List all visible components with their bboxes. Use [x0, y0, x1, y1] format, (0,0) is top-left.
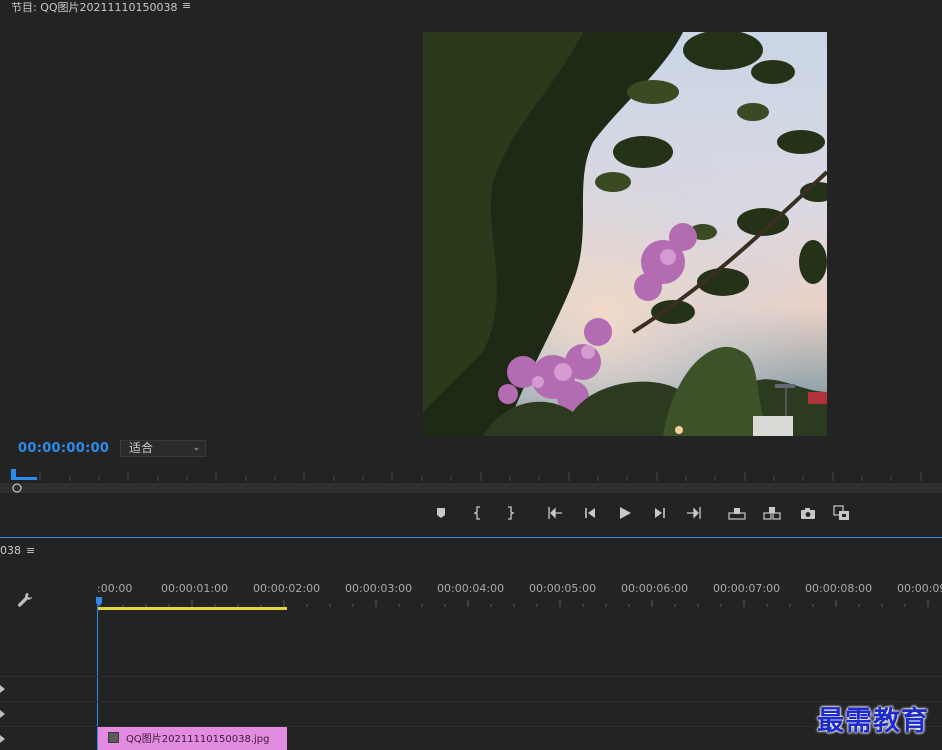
monitor-scrub-bar[interactable]	[0, 483, 942, 493]
watermark-logo: 最需教育	[817, 706, 929, 737]
preview-photo	[423, 32, 827, 436]
play-icon[interactable]	[615, 504, 635, 522]
track-expand-icon[interactable]	[0, 735, 6, 743]
step-back-icon[interactable]	[580, 504, 600, 522]
extract-icon[interactable]	[762, 504, 782, 522]
zoom-fit-dropdown[interactable]: 适合 ⌄	[120, 440, 206, 457]
lift-icon[interactable]	[727, 504, 747, 522]
track-expand-icon[interactable]	[0, 710, 6, 718]
scrub-position-marker-icon[interactable]	[12, 483, 22, 493]
playhead-timecode[interactable]: 00:00:00:00	[18, 441, 109, 456]
mark-in-icon[interactable]	[468, 504, 488, 522]
fx-badge-icon	[108, 732, 119, 743]
ruler-label: :00:00	[97, 582, 133, 595]
ruler-label: 00:00:01:00	[161, 582, 229, 595]
monitor-menu-icon[interactable]: ≡	[182, 0, 191, 12]
track-separator	[0, 676, 942, 677]
timeline-title[interactable]: 038	[0, 544, 21, 557]
monitor-title[interactable]: 节目: QQ图片20211110150038	[11, 0, 178, 15]
go-to-out-icon[interactable]	[684, 504, 704, 522]
program-monitor-panel: 节目: QQ图片20211110150038 ≡ 00:00:00:00 适合 …	[0, 0, 942, 537]
export-frame-icon[interactable]	[798, 504, 818, 522]
clip-label: QQ图片20211110150038.jpg	[126, 734, 270, 745]
compare-icon[interactable]	[832, 504, 852, 522]
monitor-playhead-icon[interactable]	[10, 469, 38, 481]
ruler-label: 00:00:07:00	[713, 582, 781, 595]
panel-divider[interactable]	[0, 537, 942, 538]
zoom-fit-value: 适合	[129, 441, 154, 455]
marker-icon[interactable]	[431, 504, 451, 522]
chevron-down-icon: ⌄	[192, 443, 200, 453]
ruler-label: 00:00:05:00	[529, 582, 597, 595]
wrench-icon[interactable]	[17, 592, 33, 608]
track-expand-icon[interactable]	[0, 685, 6, 693]
mark-out-icon[interactable]	[500, 504, 520, 522]
ruler-label: 00:00:04:00	[437, 582, 505, 595]
timeline-menu-icon[interactable]: ≡	[26, 544, 35, 557]
monitor-time-ruler[interactable]	[0, 468, 942, 482]
track-separator	[0, 701, 942, 702]
ruler-label: 00:00:09:	[897, 582, 942, 595]
step-forward-icon[interactable]	[650, 504, 670, 522]
work-area-bar[interactable]	[97, 607, 287, 610]
ruler-label: 00:00:02:00	[253, 582, 321, 595]
timeline-playhead-icon[interactable]	[96, 597, 102, 606]
go-to-in-icon[interactable]	[545, 504, 565, 522]
ruler-label: 00:00:06:00	[621, 582, 689, 595]
ruler-label: 00:00:08:00	[805, 582, 873, 595]
program-preview-image	[423, 32, 827, 436]
ruler-label: 00:00:03:00	[345, 582, 413, 595]
timeline-clip[interactable]: QQ图片20211110150038.jpg	[98, 727, 287, 750]
